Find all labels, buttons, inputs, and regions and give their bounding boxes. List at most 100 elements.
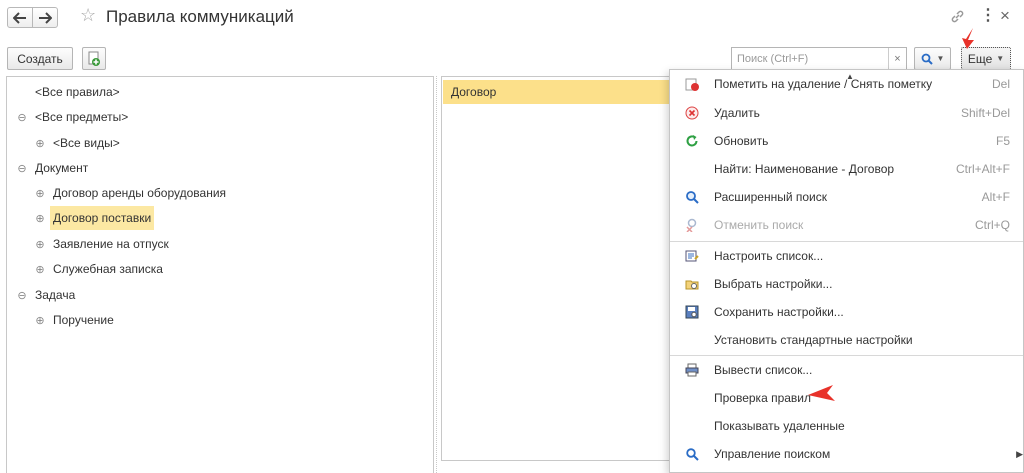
menu-item-show-deleted[interactable]: Показывать удаленные bbox=[670, 412, 1023, 440]
menu-item-mark-delete[interactable]: Пометить на удаление / Снять пометку Del bbox=[670, 70, 1023, 98]
menu-item-label: Показывать удаленные bbox=[714, 419, 845, 433]
title-bar: ☆ Правила коммуникаций ⋮ × bbox=[0, 0, 1024, 38]
search-clear-button[interactable]: × bbox=[888, 48, 906, 69]
collapse-icon[interactable]: ⊖ bbox=[17, 111, 27, 124]
menu-item-find-by-name[interactable]: Найти: Наименование - Договор Ctrl+Alt+F bbox=[670, 155, 1023, 183]
tree-item-label: Задача bbox=[35, 288, 76, 302]
tree-item-selected[interactable]: ⊕ Договор поставки bbox=[35, 206, 155, 230]
forward-button[interactable] bbox=[32, 7, 58, 28]
chevron-right-icon: ▶ bbox=[1016, 448, 1023, 459]
tree-item-label: Документ bbox=[35, 161, 89, 175]
link-icon[interactable] bbox=[950, 9, 965, 24]
menu-item-label: Отменить поиск bbox=[714, 218, 804, 232]
more-menu: ▲ Пометить на удаление / Снять пометку D… bbox=[669, 69, 1024, 473]
list-item-label: Договор bbox=[451, 85, 497, 99]
tree-item-label: <Все правила> bbox=[35, 85, 120, 99]
chevron-down-icon: ▼ bbox=[936, 54, 945, 63]
menu-item-label: Сохранить настройки... bbox=[714, 305, 844, 319]
search-icon bbox=[921, 53, 933, 65]
menu-item-label: Найти: Наименование - Договор bbox=[714, 162, 895, 176]
menu-item-label: Выбрать настройки... bbox=[714, 277, 833, 291]
save-settings-icon bbox=[684, 304, 700, 320]
more-vertical-icon[interactable]: ⋮ bbox=[980, 8, 996, 24]
expand-icon[interactable]: ⊕ bbox=[35, 263, 45, 276]
advanced-search-icon bbox=[684, 189, 700, 205]
cancel-search-icon bbox=[684, 217, 700, 233]
star-icon[interactable]: ☆ bbox=[80, 6, 96, 24]
menu-item-label: Обновить bbox=[714, 134, 769, 148]
menu-item-label: Настроить список... bbox=[714, 249, 824, 263]
tree-item[interactable]: ⊖ <Все предметы> bbox=[17, 105, 131, 129]
close-icon[interactable]: × bbox=[1000, 7, 1010, 24]
tree-panel: <Все правила> ⊖ <Все предметы> ⊕ <Все ви… bbox=[6, 76, 434, 473]
chevron-down-icon: ▼ bbox=[996, 54, 1005, 63]
annotation-arrow-icon bbox=[808, 385, 835, 401]
menu-item-shortcut: Shift+Del bbox=[960, 106, 1010, 120]
tree-item-label: Договор аренды оборудования bbox=[53, 186, 227, 200]
tree-item[interactable]: ⊖ Документ bbox=[17, 156, 91, 180]
expand-icon[interactable]: ⊕ bbox=[35, 137, 45, 150]
back-button[interactable] bbox=[7, 7, 33, 28]
tree-item-label: Заявление на отпуск bbox=[53, 237, 169, 251]
menu-item-search-management[interactable]: Управление поиском ▶ bbox=[670, 440, 1023, 468]
tree-item-label: Служебная записка bbox=[53, 262, 163, 276]
tree-item[interactable]: <Все правила> bbox=[32, 80, 123, 104]
menu-item-delete[interactable]: Удалить Shift+Del bbox=[670, 99, 1023, 127]
menu-item-check-rules[interactable]: Проверка правил bbox=[670, 384, 1023, 412]
tree-item[interactable]: ⊕ Договор аренды оборудования bbox=[35, 181, 229, 205]
search-box: × bbox=[731, 47, 907, 70]
menu-item-advanced-search[interactable]: Расширенный поиск Alt+F bbox=[670, 183, 1023, 211]
menu-item-label: Пометить на удаление / Снять пометку bbox=[714, 77, 933, 91]
menu-item-label: Удалить bbox=[714, 106, 760, 120]
create-button[interactable]: Создать bbox=[7, 47, 73, 70]
menu-item-shortcut: Alt+F bbox=[981, 190, 1010, 204]
annotation-arrow-icon bbox=[962, 28, 974, 49]
panel-splitter[interactable] bbox=[436, 76, 440, 473]
collapse-icon[interactable]: ⊖ bbox=[17, 289, 27, 302]
copy-button[interactable] bbox=[82, 47, 106, 70]
expand-icon[interactable]: ⊕ bbox=[35, 314, 45, 327]
refresh-icon bbox=[684, 133, 700, 149]
more-button-label: Еще bbox=[967, 51, 993, 66]
expand-icon[interactable]: ⊕ bbox=[35, 187, 45, 200]
menu-item-cancel-search[interactable]: Отменить поиск Ctrl+Q bbox=[670, 211, 1023, 239]
menu-item-save-settings[interactable]: Сохранить настройки... bbox=[670, 298, 1023, 326]
menu-item-label: Вывести список... bbox=[714, 363, 813, 377]
delete-icon bbox=[684, 105, 700, 121]
menu-item-label: Установить стандартные настройки bbox=[714, 333, 913, 347]
page-title: Правила коммуникаций bbox=[106, 7, 294, 26]
search-input[interactable] bbox=[732, 48, 888, 69]
tree-item-label: Договор поставки bbox=[50, 206, 155, 230]
open-settings-icon bbox=[684, 276, 700, 292]
tree-item[interactable]: ⊕ Заявление на отпуск bbox=[35, 232, 172, 256]
list-settings-icon bbox=[684, 248, 700, 264]
menu-item-standard-settings[interactable]: Установить стандартные настройки bbox=[670, 326, 1023, 354]
menu-item-configure-list[interactable]: Настроить список... bbox=[670, 242, 1023, 270]
find-dropdown-button[interactable]: ▼ bbox=[914, 47, 951, 70]
menu-item-label: Управление поиском bbox=[714, 447, 831, 461]
search-icon bbox=[684, 446, 700, 462]
tree-item[interactable]: ⊕ <Все виды> bbox=[35, 131, 123, 155]
menu-item-refresh[interactable]: Обновить F5 bbox=[670, 127, 1023, 155]
tree-item-label: <Все виды> bbox=[53, 136, 120, 150]
menu-item-shortcut: Ctrl+Q bbox=[974, 218, 1010, 232]
copy-document-icon bbox=[88, 51, 100, 66]
more-button[interactable]: Еще ▼ bbox=[961, 47, 1011, 70]
arrow-right-icon bbox=[39, 11, 52, 24]
arrow-left-icon bbox=[13, 11, 26, 24]
collapse-icon[interactable]: ⊖ bbox=[17, 162, 27, 175]
menu-item-label: Проверка правил bbox=[714, 391, 812, 405]
tree-item[interactable]: ⊕ Служебная записка bbox=[35, 257, 166, 281]
menu-item-shortcut: Ctrl+Alt+F bbox=[955, 162, 1010, 176]
tree-item[interactable]: ⊕ Поручение bbox=[35, 308, 117, 332]
expand-icon[interactable]: ⊕ bbox=[35, 238, 45, 251]
menu-item-choose-settings[interactable]: Выбрать настройки... bbox=[670, 270, 1023, 298]
menu-item-label: Расширенный поиск bbox=[714, 190, 827, 204]
menu-item-shortcut: F5 bbox=[995, 134, 1010, 148]
menu-item-print-list[interactable]: Вывести список... bbox=[670, 356, 1023, 384]
mark-delete-icon bbox=[684, 76, 700, 92]
expand-icon[interactable]: ⊕ bbox=[35, 212, 45, 225]
print-list-icon bbox=[684, 362, 700, 378]
tree-item[interactable]: ⊖ Задача bbox=[17, 283, 78, 307]
tree-item-label: Поручение bbox=[53, 313, 114, 327]
